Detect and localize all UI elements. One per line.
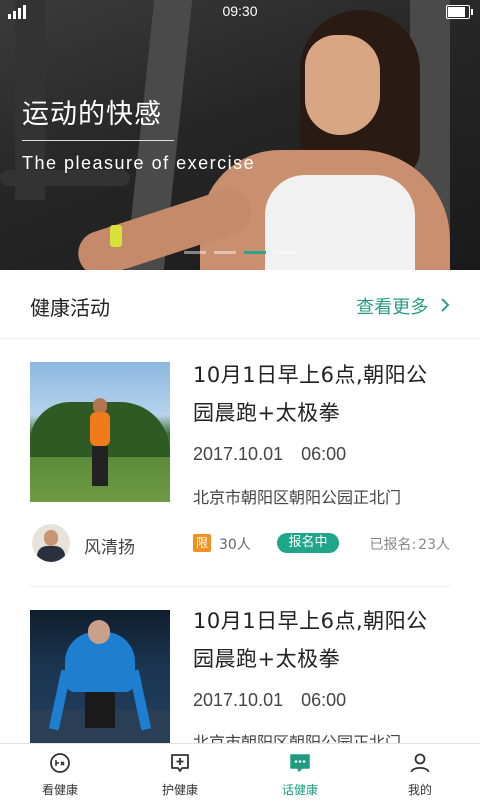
bottom-nav: 看健康 护健康 话健康 我的 (0, 743, 480, 801)
nav-item-mine[interactable]: 我的 (360, 744, 480, 801)
activity-thumbnail[interactable] (30, 362, 170, 502)
banner-title: 运动的快感 (22, 99, 162, 130)
carousel-dot[interactable] (214, 251, 236, 254)
activity-time: 06:00 (301, 444, 347, 464)
status-time: 09:30 (222, 3, 258, 19)
activity-title-line: 园晨跑+太极拳 (193, 401, 341, 425)
banner-divider (22, 140, 174, 141)
activity-title[interactable]: 10月1日早上6点,朝阳公 园晨跑+太极拳 (193, 356, 463, 432)
activity-title[interactable]: 10月1日早上6点,朝阳公 园晨跑+太极拳 (193, 602, 463, 678)
section-header: 健康活动 查看更多 (0, 270, 480, 339)
view-more-link[interactable]: 查看更多 (356, 293, 450, 319)
activity-meta: 风清扬 限 30人 报名中 已报名: 23人 (0, 522, 480, 566)
nav-label: 话健康 (281, 783, 318, 797)
battery-icon (446, 5, 473, 19)
carousel-dot[interactable] (274, 251, 296, 254)
activity-date: 2017.10.01 (193, 444, 284, 464)
chat-bubble-icon (290, 754, 310, 772)
chevron-right-icon (434, 297, 450, 318)
activity-date: 2017.10.01 (193, 690, 284, 710)
medical-plus-icon (171, 754, 189, 772)
enrolled-count: 已报名: 23人 (369, 534, 450, 554)
activity-card[interactable]: 10月1日早上6点,朝阳公 园晨跑+太极拳 2017.10.0106:00 北京… (0, 587, 480, 752)
enrolled-label: 已报名: (369, 537, 417, 553)
banner-person-face (305, 35, 380, 135)
limit-count: 30人 (219, 537, 251, 553)
machine-grip (110, 225, 122, 247)
section-title: 健康活动 (30, 296, 110, 320)
activity-time: 06:00 (301, 690, 347, 710)
banner-person-top (265, 175, 415, 270)
enrolled-value: 23人 (418, 537, 450, 553)
nav-item-care-health[interactable]: 护健康 (120, 744, 240, 801)
activity-title-line: 10月1日早上6点,朝阳公 (193, 609, 428, 633)
nav-label: 我的 (407, 783, 432, 797)
user-profile-icon (410, 753, 430, 773)
carousel-indicator[interactable] (0, 251, 480, 254)
activity-location: 北京市朝阳区朝阳公园正北门 (193, 488, 402, 507)
author-name[interactable]: 风清扬 (84, 533, 135, 558)
nav-label: 看健康 (41, 783, 78, 797)
nav-item-talk-health[interactable]: 话健康 (240, 744, 360, 801)
activity-thumbnail[interactable] (30, 610, 170, 750)
watch-health-icon (50, 753, 70, 773)
limit-badge: 限 (193, 534, 211, 552)
activity-title-line: 园晨跑+太极拳 (193, 647, 341, 671)
carousel-dot-active[interactable] (244, 251, 266, 254)
avatar[interactable] (32, 524, 70, 562)
activity-title-line: 10月1日早上6点,朝阳公 (193, 363, 428, 387)
banner-subtitle: The pleasure of exercise (22, 153, 256, 173)
status-badge[interactable]: 报名中 (277, 533, 339, 553)
nav-label: 护健康 (161, 783, 198, 797)
hero-banner[interactable]: 运动的快感 The pleasure of exercise (0, 0, 480, 270)
nav-item-watch-health[interactable]: 看健康 (0, 744, 120, 801)
activity-datetime: 2017.10.01 06:00 (193, 444, 346, 465)
activity-datetime: 2017.10.01 06:00 (193, 690, 346, 711)
activity-card[interactable]: 10月1日早上6点,朝阳公 园晨跑+太极拳 2017.10.01 06:00 北京… (0, 338, 480, 588)
status-bar: 09:30 (0, 0, 480, 24)
view-more-label: 查看更多 (356, 297, 429, 318)
carousel-dot[interactable] (184, 251, 206, 254)
